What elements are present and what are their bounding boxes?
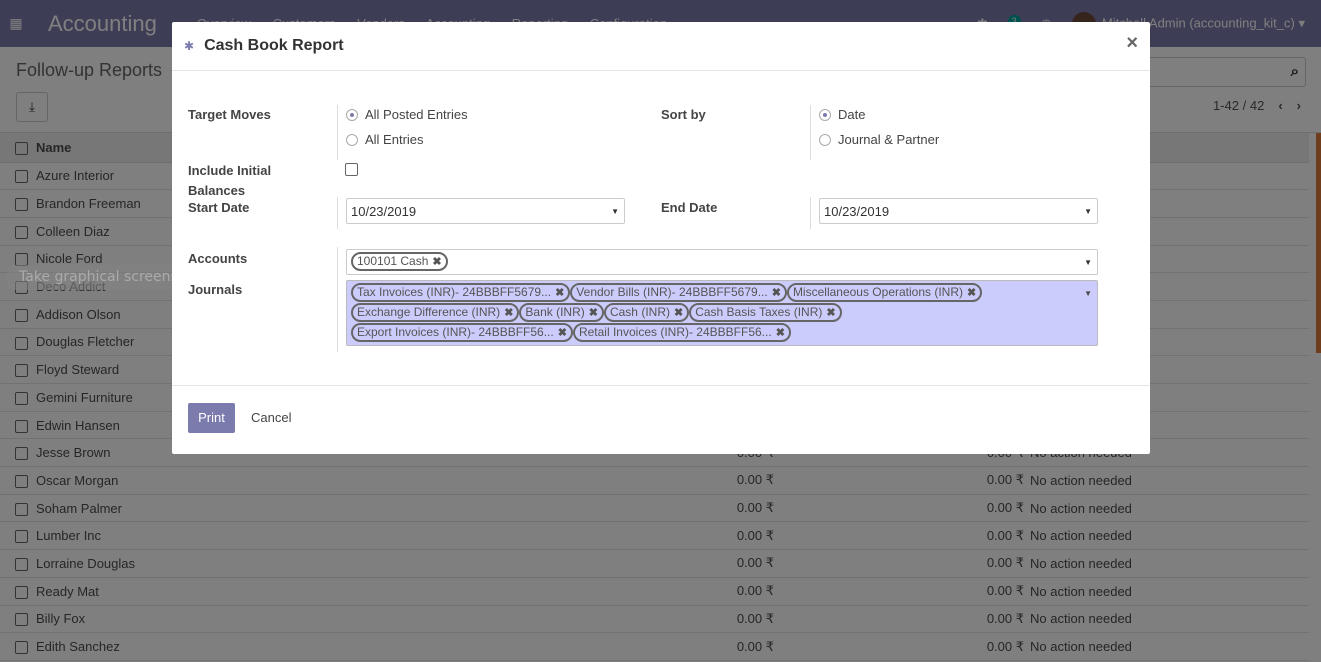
cash-book-report-dialog: ✱ Cash Book Report × Target Moves All Po… xyxy=(172,22,1150,454)
radio-all-entries[interactable]: All Entries xyxy=(346,132,424,147)
remove-tag-icon[interactable]: ✖ xyxy=(826,307,835,319)
journal-tag: Vendor Bills (INR)- 24BBBFF5679... ✖ xyxy=(570,283,787,302)
account-tag: 100101 Cash ✖ xyxy=(351,252,448,271)
journal-tag: Bank (INR) ✖ xyxy=(519,303,604,322)
tag-label: Exchange Difference (INR) xyxy=(357,305,501,319)
tag-label: Cash (INR) xyxy=(609,305,670,319)
close-icon[interactable]: × xyxy=(1126,32,1138,55)
remove-tag-icon[interactable]: ✖ xyxy=(776,327,785,339)
radio-all-posted[interactable]: All Posted Entries xyxy=(346,107,468,122)
end-date-value: 10/23/2019 xyxy=(824,204,890,219)
end-date-input[interactable]: 10/23/2019 ▼ xyxy=(819,198,1098,224)
remove-tag-icon[interactable]: ✖ xyxy=(558,327,567,339)
accounts-label: Accounts xyxy=(188,251,248,266)
remove-tag-icon[interactable]: ✖ xyxy=(674,307,683,319)
tag-label: Vendor Bills (INR)- 24BBBFF5679... xyxy=(576,285,768,299)
tag-label: Miscellaneous Operations (INR) xyxy=(792,285,963,299)
start-date-value: 10/23/2019 xyxy=(351,204,417,219)
print-button[interactable]: Print xyxy=(188,403,235,433)
radio-sort-journal-partner[interactable]: Journal & Partner xyxy=(819,132,939,147)
journal-tag: Exchange Difference (INR) ✖ xyxy=(351,303,520,322)
dialog-footer: Print Cancel xyxy=(172,385,1150,454)
remove-tag-icon[interactable]: ✖ xyxy=(589,307,598,319)
radio-label: All Posted Entries xyxy=(365,107,468,122)
start-date-label: Start Date xyxy=(188,200,250,215)
remove-tag-icon[interactable]: ✖ xyxy=(967,287,976,299)
remove-tag-icon[interactable]: ✖ xyxy=(772,287,781,299)
tag-label: Export Invoices (INR)- 24BBBFF56... xyxy=(357,325,554,339)
journal-tag: Miscellaneous Operations (INR) ✖ xyxy=(786,283,983,302)
tag-label: 100101 Cash xyxy=(357,254,429,268)
sort-by-label: Sort by xyxy=(661,107,706,122)
radio-label: All Entries xyxy=(365,132,424,147)
remove-tag-icon[interactable]: ✖ xyxy=(555,287,564,299)
radio-label: Date xyxy=(838,107,866,122)
journal-tag: Export Invoices (INR)- 24BBBFF56... ✖ xyxy=(351,323,573,342)
radio-label: Journal & Partner xyxy=(838,132,940,147)
radio-sort-date[interactable]: Date xyxy=(819,107,865,122)
tag-label: Cash Basis Taxes (INR) xyxy=(695,305,823,319)
end-date-label: End Date xyxy=(661,200,718,215)
journal-tag: Tax Invoices (INR)- 24BBBFF5679... ✖ xyxy=(351,283,571,302)
journal-tag: Retail Invoices (INR)- 24BBBFF56... ✖ xyxy=(572,323,791,342)
journal-tag: Cash Basis Taxes (INR) ✖ xyxy=(689,303,842,322)
dialog-title: Cash Book Report xyxy=(204,37,344,54)
tag-label: Bank (INR) xyxy=(525,305,585,319)
journal-tag: Cash (INR) ✖ xyxy=(603,303,690,322)
initial-balances-checkbox[interactable] xyxy=(345,163,358,176)
target-moves-label: Target Moves xyxy=(188,107,271,122)
remove-tag-icon[interactable]: ✖ xyxy=(432,256,441,268)
cancel-button[interactable]: Cancel xyxy=(251,403,291,433)
journals-input[interactable]: Tax Invoices (INR)- 24BBBFF5679... ✖ Vendo… xyxy=(346,280,1098,346)
start-date-input[interactable]: 10/23/2019 ▼ xyxy=(346,198,625,224)
initial-balances-label: Include Initial Balances xyxy=(188,163,272,198)
tag-label: Tax Invoices (INR)- 24BBBFF5679... xyxy=(357,285,552,299)
remove-tag-icon[interactable]: ✖ xyxy=(504,307,513,319)
tag-label: Retail Invoices (INR)- 24BBBFF56... xyxy=(578,325,772,339)
accounts-input[interactable]: 100101 Cash ✖ ▼ xyxy=(346,249,1098,275)
journals-label: Journals xyxy=(188,282,243,297)
bug-icon: ✱ xyxy=(184,39,195,53)
